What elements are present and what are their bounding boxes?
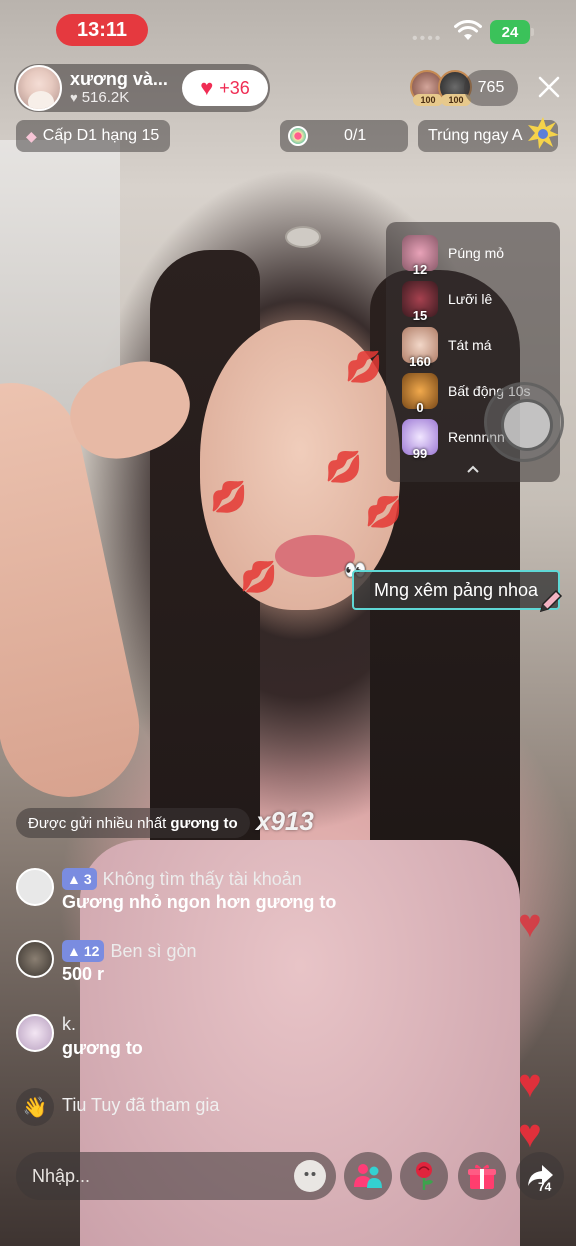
gift-name: Tát má [448,337,492,353]
gift-item[interactable]: 15 Lưỡi lê [402,276,552,323]
gift-icon [468,1164,496,1189]
pencil-icon[interactable] [536,586,566,616]
heart-icon: ♥ [518,1112,542,1156]
status-time: 13:11 [56,14,148,46]
diamond-icon: ◆ [26,127,37,144]
top-gift-name: gương to [170,814,238,832]
comment-input-box[interactable] [16,1152,336,1200]
smiley-icon [304,1172,316,1176]
gift-multiplier: x913 [256,806,314,836]
wifi-icon [454,20,482,40]
comment-text: Gương nhỏ ngon hơn gương to [62,892,337,912]
gift-icon: 12 [402,235,438,277]
live-video-background: 💋 💋 💋 💋 💋 [0,0,576,1246]
status-bar: 13:11 •••• 24 [0,0,576,60]
kiss-sticker: 💋 [325,451,363,484]
comment-text: gương to [62,1038,143,1058]
comment-avatar[interactable] [16,940,54,978]
gift-name: Lưỡi lê [448,291,493,307]
kiss-sticker: 💋 [240,561,278,594]
comment-user: Không tìm thấy tài khoản [102,868,302,889]
heart-icon: ♥ [518,902,542,946]
level-badge: ▲ 3 [62,868,97,890]
goal-progress[interactable]: 0/1 [280,120,408,152]
gift-icon: 99 [402,419,438,461]
level-icon: ▲ [67,943,81,959]
signal-icon: •••• [412,30,443,47]
level-icon: ▲ [67,871,81,887]
host-likes-count: 516.2K [81,89,130,106]
rose-icon [416,1162,433,1190]
heart-icon: ♥ [518,1062,542,1106]
wave-hand-icon: 👋 [16,1088,54,1126]
viewer-badge: 100 [413,94,443,106]
gift-name: Púng mỏ [448,245,505,261]
heart-icon: ♥ [70,90,78,105]
heart-icon: ♥ [200,75,214,100]
comment-avatar[interactable] [16,1014,54,1052]
gift-item[interactable]: 160 Tát má [402,322,552,369]
follow-button[interactable]: ♥ +36 [182,70,268,106]
comment-user: k. [62,1014,77,1034]
comment-user: Ben sì gòn [110,940,197,961]
promo-banner[interactable]: Trúng ngay A [418,117,559,152]
join-message: Tiu Tuy đã tham gia [62,1095,220,1115]
ceiling-light [285,226,321,248]
gift-icon: 0 [402,373,438,415]
share-count: 74 [538,1180,552,1194]
goal-progress-text: 0/1 [344,127,367,144]
donut-icon [288,126,308,146]
level-number: 3 [83,871,92,887]
gift-count: 12 [412,262,428,277]
emoji-button[interactable] [294,1160,326,1192]
battery-tip [531,28,534,36]
chevron-up-icon[interactable] [466,464,480,474]
gift-count: 160 [409,354,431,369]
kiss-sticker: 💋 [345,351,383,384]
host-avatar[interactable] [16,65,62,111]
host-likes: ♥ 516.2K [70,89,180,107]
top-gift-banner: Được gửi nhiều nhất gương to [16,808,250,838]
level-badge: ▲ 12 [62,940,105,962]
gift-count: 15 [412,308,428,323]
host-name: xương và... [70,69,168,89]
kiss-sticker: 💋 [210,481,248,514]
top-viewers[interactable]: 100 100 [410,70,472,106]
gift-count: 99 [412,446,428,461]
lips [275,535,355,577]
floating-assistive-button[interactable] [484,382,564,462]
gift-button[interactable] [458,1152,506,1200]
promo-label: Trúng ngay A [428,127,523,144]
gift-item[interactable]: 12 Púng mỏ [402,230,552,277]
gift-count: 0 [416,400,424,415]
gift-icon: 160 [402,327,438,369]
rose-gift-button[interactable] [400,1152,448,1200]
close-icon[interactable] [534,72,564,102]
rank-badge[interactable]: ◆ Cấp D1 hạng 15 [16,120,170,152]
caption-sticker: Mng xêm pảng nhoa [352,570,560,610]
burst-icon [528,117,559,149]
top-gift-prefix: Được gửi nhiều nhất [28,814,167,832]
multi-guest-button[interactable] [344,1152,392,1200]
rank-label: Cấp D1 hạng 15 [42,127,160,144]
comment-text: 500 r [62,964,105,984]
battery-icon: 24 [490,20,530,44]
gift-icon: 15 [402,281,438,323]
people-icon [354,1164,382,1188]
level-number: 12 [83,943,100,959]
viewer-count[interactable]: 765 [464,70,518,106]
follow-count: +36 [219,77,250,98]
comment-avatar[interactable] [16,868,54,906]
comment-input[interactable] [32,1162,282,1190]
host-profile[interactable]: xương và... ♥ 516.2K ♥ +36 [14,64,270,112]
kiss-sticker: 💋 [365,496,403,529]
